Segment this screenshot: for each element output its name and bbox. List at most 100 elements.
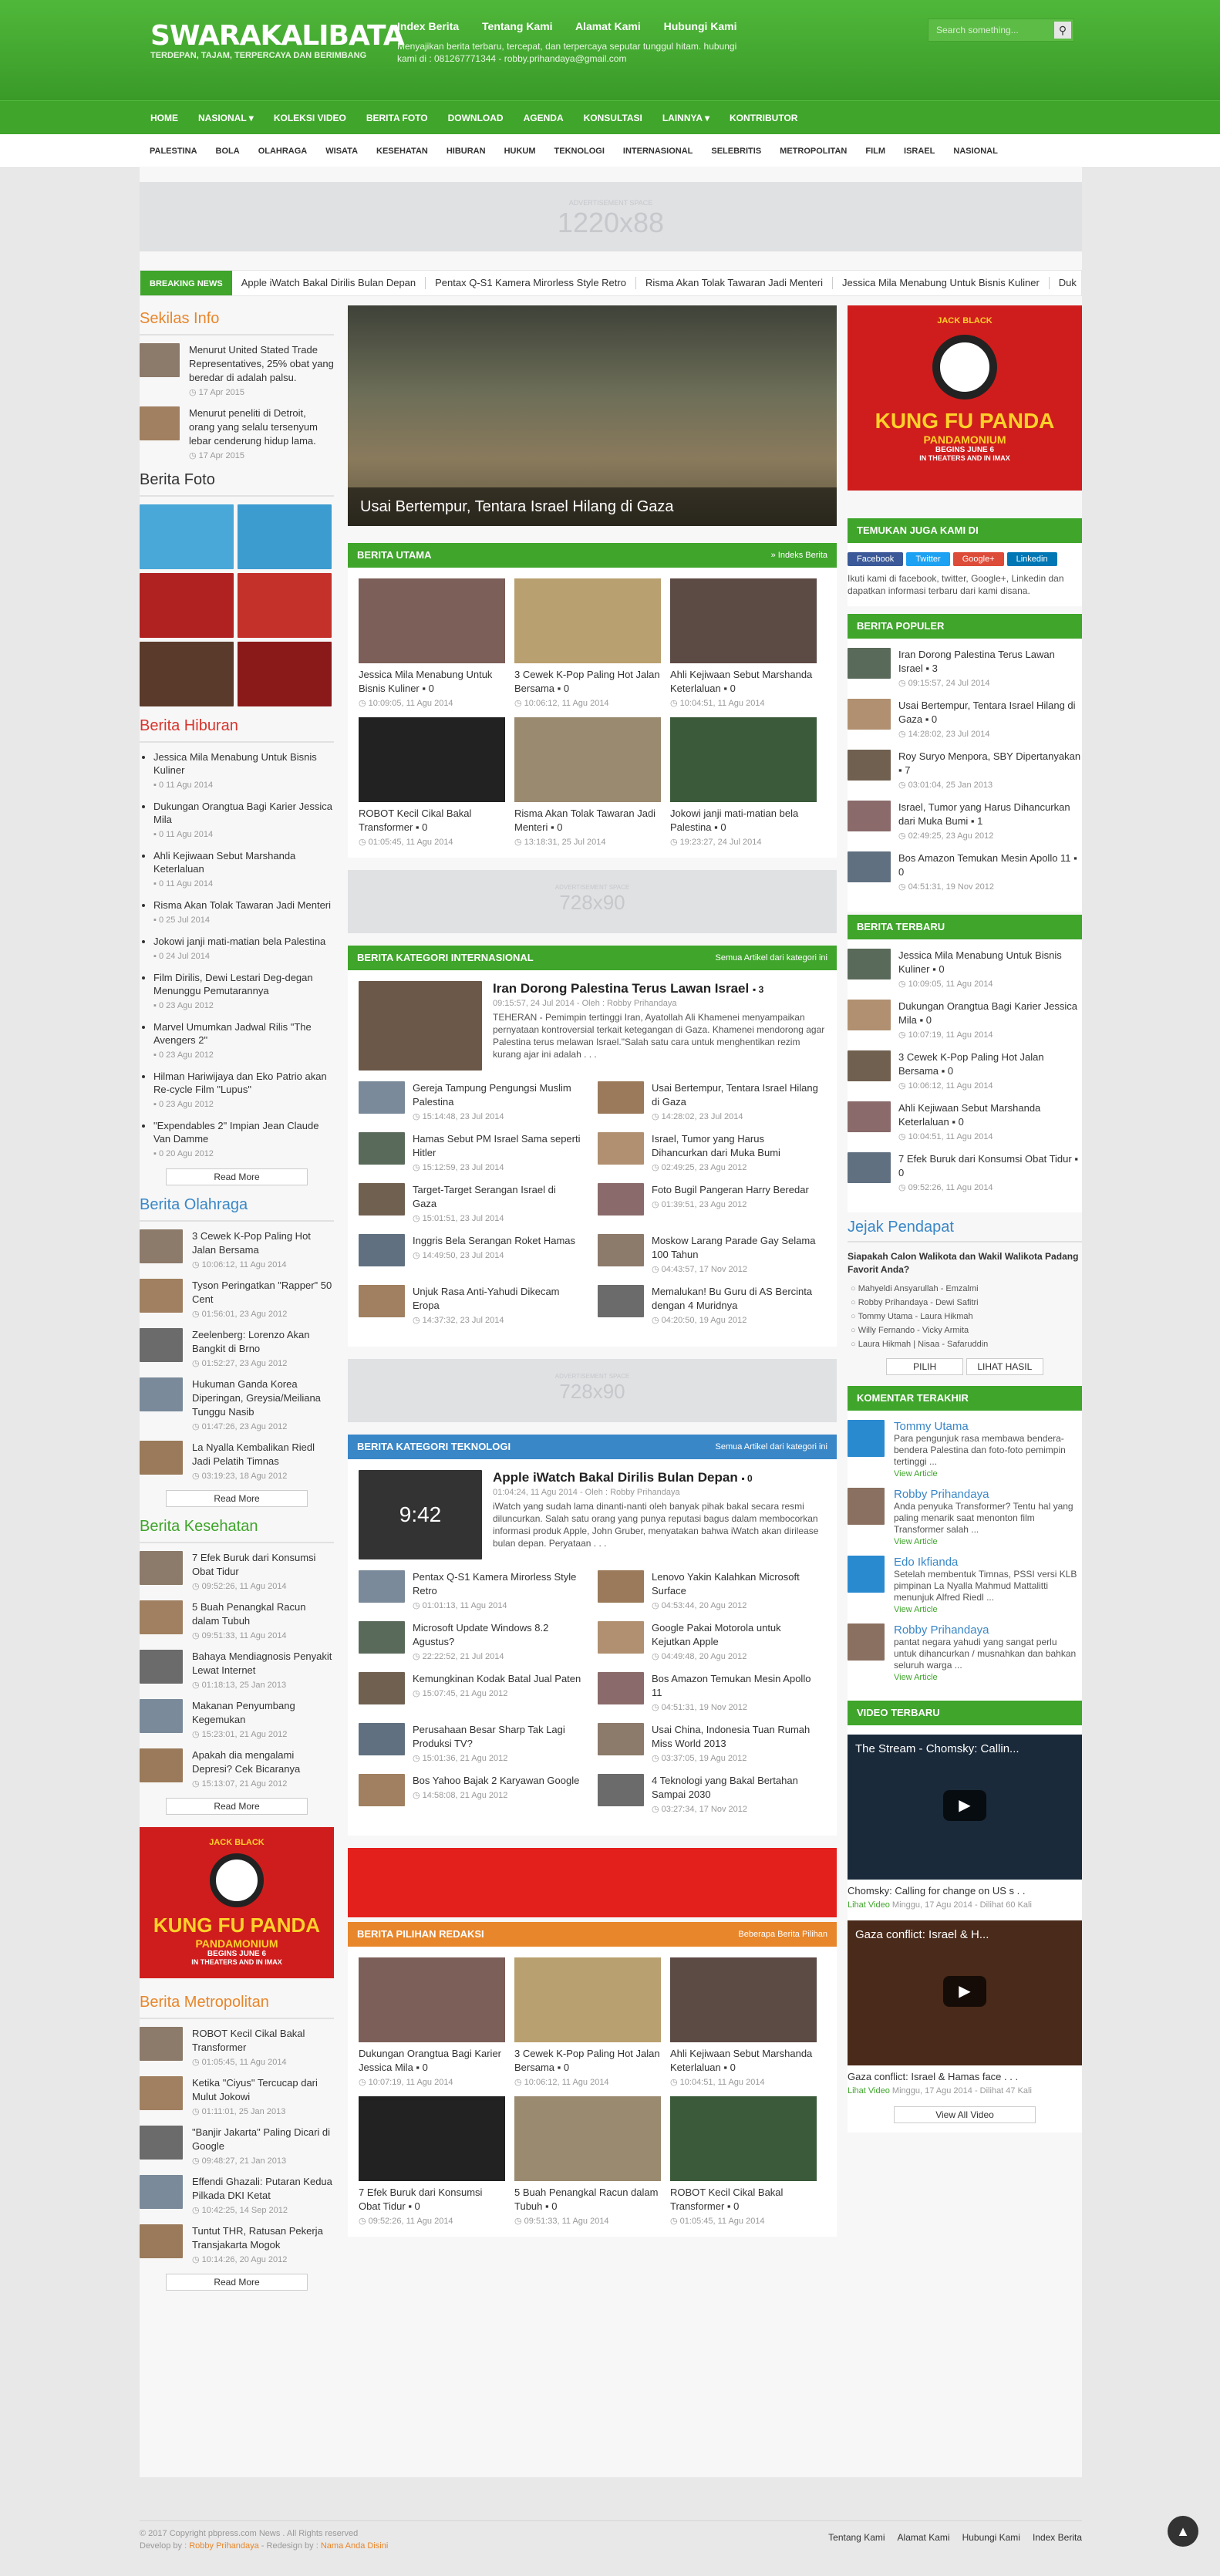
list-item[interactable]: Bos Yahoo Bajak 2 Karyawan Google ◷ 14:58… bbox=[359, 1774, 582, 1814]
nav-item[interactable]: NASIONAL ▾ bbox=[188, 101, 264, 135]
thumb-image[interactable] bbox=[359, 1672, 405, 1704]
vote-button[interactable]: PILIH bbox=[886, 1358, 964, 1375]
item-title[interactable]: "Banjir Jakarta" Paling Dicari di Google bbox=[192, 2126, 334, 2153]
item-title[interactable]: ROBOT Kecil Cikal Bakal Transformer bbox=[192, 2027, 334, 2055]
thumb-image[interactable] bbox=[598, 1234, 644, 1266]
list-item[interactable]: Pentax Q-S1 Kamera Mirorless Style Retro… bbox=[359, 1570, 582, 1610]
commenter-name[interactable]: Edo Ikfianda bbox=[894, 1556, 1082, 1569]
nav-category[interactable]: METROPOLITAN bbox=[770, 134, 856, 168]
commenter-name[interactable]: Robby Prihandaya bbox=[894, 1488, 1082, 1501]
list-item[interactable]: Jokowi janji mati-matian bela Palestina ▪… bbox=[153, 935, 334, 963]
footer-link[interactable]: Tentang Kami bbox=[828, 2532, 885, 2543]
card-title[interactable]: 7 Efek Buruk dari Konsumsi Obat Tidur ▪ … bbox=[359, 2186, 505, 2214]
read-more-button[interactable]: Read More bbox=[166, 1490, 308, 1507]
list-item[interactable]: Hamas Sebut PM Israel Sama seperti Hitle… bbox=[359, 1132, 582, 1172]
list-item[interactable]: Google Pakai Motorola untuk Kejutkan App… bbox=[598, 1621, 821, 1661]
card-image[interactable] bbox=[670, 578, 817, 663]
thumb-image[interactable] bbox=[848, 801, 891, 831]
list-item[interactable]: Film Dirilis, Dewi Lestari Deg-degan Men… bbox=[153, 971, 334, 1013]
thumb-image[interactable] bbox=[848, 699, 891, 730]
item-title[interactable]: Jessica Mila Menabung Untuk Bisnis Kulin… bbox=[153, 750, 334, 777]
item-title[interactable]: Marvel Umumkan Jadwal Rilis "The Avenger… bbox=[153, 1020, 334, 1047]
item-title[interactable]: Google Pakai Motorola untuk Kejutkan App… bbox=[652, 1621, 821, 1649]
item-title[interactable]: Dukungan Orangtua Bagi Karier Jessica Mi… bbox=[153, 800, 334, 826]
card-image[interactable] bbox=[514, 2096, 661, 2181]
breaking-item[interactable]: Pentax Q-S1 Kamera Mirorless Style Retro bbox=[426, 277, 636, 289]
item-title[interactable]: Ahli Kejiwaan Sebut Marshanda Keterlalua… bbox=[153, 849, 334, 875]
item-title[interactable]: Bos Amazon Temukan Mesin Apollo 11 ▪ 0 bbox=[898, 851, 1082, 879]
ad-banner-mid[interactable]: ADVERTISEMENT SPACE 728x90 bbox=[348, 870, 837, 933]
thumb-image[interactable] bbox=[598, 1774, 644, 1806]
item-title[interactable]: Kemungkinan Kodak Batal Jual Paten bbox=[413, 1672, 581, 1686]
ad-banner-mid[interactable]: ADVERTISEMENT SPACE 728x90 bbox=[348, 1359, 837, 1422]
list-item[interactable]: Microsoft Update Windows 8.2 Agustus? ◷ 2… bbox=[359, 1621, 582, 1661]
list-item[interactable]: Target-Target Serangan Israel di Gaza ◷ 1… bbox=[359, 1183, 582, 1223]
list-item[interactable]: Apakah dia mengalami Depresi? Cek Bicara… bbox=[140, 1748, 334, 1789]
list-item[interactable]: Effendi Ghazali: Putaran Kedua Pilkada D… bbox=[140, 2175, 334, 2215]
play-icon[interactable]: ▶ bbox=[943, 1790, 986, 1821]
slider-caption[interactable]: Usai Bertempur, Tentara Israel Hilang di… bbox=[348, 487, 837, 526]
thumb-image[interactable] bbox=[598, 1621, 644, 1654]
photo-thumb[interactable] bbox=[140, 642, 234, 706]
card-image[interactable] bbox=[359, 2096, 505, 2181]
thumb-image[interactable] bbox=[359, 1723, 405, 1755]
item-title[interactable]: 3 Cewek K-Pop Paling Hot Jalan Bersama ▪… bbox=[898, 1050, 1082, 1078]
avatar[interactable] bbox=[848, 1623, 885, 1661]
grid-card[interactable]: 3 Cewek K-Pop Paling Hot Jalan Bersama ▪… bbox=[514, 1957, 661, 2087]
item-title[interactable]: Usai Bertempur, Tentara Israel Hilang di… bbox=[898, 699, 1082, 727]
index-link[interactable]: » Indeks Berita bbox=[771, 543, 827, 568]
thumb-image[interactable] bbox=[598, 1183, 644, 1216]
card-title[interactable]: Ahli Kejiwaan Sebut Marshanda Keterlalua… bbox=[670, 2047, 817, 2075]
video-caption[interactable]: Gaza conflict: Israel & Hamas face . . . bbox=[848, 2070, 1082, 2084]
photo-thumb[interactable] bbox=[140, 573, 234, 638]
list-item[interactable]: Memalukan! Bu Guru di AS Bercinta dengan… bbox=[598, 1285, 821, 1325]
list-item[interactable]: Iran Dorong Palestina Terus Lawan Israel… bbox=[848, 648, 1082, 688]
grid-card[interactable]: Jessica Mila Menabung Untuk Bisnis Kulin… bbox=[359, 578, 505, 708]
nav-item[interactable]: KONSULTASI bbox=[574, 101, 652, 135]
commenter-name[interactable]: Robby Prihandaya bbox=[894, 1623, 1082, 1637]
thumb-image[interactable] bbox=[140, 1699, 183, 1733]
list-item[interactable]: 5 Buah Penangkal Racun dalam Tubuh ◷ 09:5… bbox=[140, 1600, 334, 1640]
item-title[interactable]: Tuntut THR, Ratusan Pekerja Transjakarta… bbox=[192, 2224, 334, 2252]
item-title[interactable]: Risma Akan Tolak Tawaran Jadi Menteri bbox=[153, 899, 334, 912]
list-item[interactable]: Usai Bertempur, Tentara Israel Hilang di… bbox=[598, 1081, 821, 1121]
item-title[interactable]: Iran Dorong Palestina Terus Lawan Israel… bbox=[898, 648, 1082, 676]
item-title[interactable]: La Nyalla Kembalikan Riedl Jadi Pelatih … bbox=[192, 1441, 334, 1468]
nav-category[interactable]: HIBURAN bbox=[437, 134, 495, 168]
list-item[interactable]: Tuntut THR, Ratusan Pekerja Transjakarta… bbox=[140, 2224, 334, 2264]
top-link[interactable]: Tentang Kami bbox=[482, 20, 553, 32]
card-title[interactable]: ROBOT Kecil Cikal Bakal Transformer ▪ 0 bbox=[359, 807, 505, 835]
avatar[interactable] bbox=[848, 1488, 885, 1525]
developer-link[interactable]: Robby Prihandaya bbox=[189, 2541, 259, 2551]
thumb-image[interactable] bbox=[598, 1132, 644, 1165]
nav-item[interactable]: AGENDA bbox=[514, 101, 574, 135]
photo-thumb[interactable] bbox=[238, 504, 332, 569]
item-title[interactable]: Zeelenberg: Lorenzo Akan Bangkit di Brno bbox=[192, 1328, 334, 1356]
card-title[interactable]: 5 Buah Penangkal Racun dalam Tubuh ▪ 0 bbox=[514, 2186, 661, 2214]
item-title[interactable]: Unjuk Rasa Anti-Yahudi Dikecam Eropa bbox=[413, 1285, 582, 1313]
item-title[interactable]: Inggris Bela Serangan Roket Hamas bbox=[413, 1234, 575, 1248]
title-text[interactable]: Jessica Mila Menabung Untuk Bisnis Kulin… bbox=[898, 949, 1062, 975]
grid-card[interactable]: Jokowi janji mati-matian bela Palestina … bbox=[670, 717, 817, 847]
list-item[interactable]: Unjuk Rasa Anti-Yahudi Dikecam Eropa ◷ 14… bbox=[359, 1285, 582, 1325]
view-article-link[interactable]: View Article bbox=[894, 1537, 1082, 1546]
card-title[interactable]: ROBOT Kecil Cikal Bakal Transformer ▪ 0 bbox=[670, 2186, 817, 2214]
thumb-image[interactable] bbox=[359, 1570, 405, 1603]
redesigner-link[interactable]: Nama Anda Disini bbox=[321, 2541, 388, 2551]
list-item[interactable]: Ahli Kejiwaan Sebut Marshanda Keterlalua… bbox=[848, 1101, 1082, 1141]
list-item[interactable]: Marvel Umumkan Jadwal Rilis "The Avenger… bbox=[153, 1020, 334, 1062]
top-link[interactable]: Index Berita bbox=[397, 20, 459, 32]
results-button[interactable]: LIHAT HASIL bbox=[966, 1358, 1043, 1375]
list-item[interactable]: Moskow Larang Parade Gay Selama 100 Tahu… bbox=[598, 1234, 821, 1274]
item-title[interactable]: Moskow Larang Parade Gay Selama 100 Tahu… bbox=[652, 1234, 821, 1262]
search-input[interactable]: Search something... ⚲ bbox=[928, 19, 1074, 42]
grid-card[interactable]: 3 Cewek K-Pop Paling Hot Jalan Bersama ▪… bbox=[514, 578, 661, 708]
title-text[interactable]: 7 Efek Buruk dari Konsumsi Obat Tidur bbox=[898, 1153, 1072, 1165]
card-image[interactable] bbox=[359, 1957, 505, 2042]
thumb-image[interactable] bbox=[140, 1279, 183, 1313]
list-item[interactable]: 3 Cewek K-Pop Paling Hot Jalan Bersama ◷ … bbox=[140, 1229, 334, 1269]
title-text[interactable]: Ahli Kejiwaan Sebut Marshanda Keterlalua… bbox=[670, 669, 812, 694]
thumb-image[interactable] bbox=[140, 2027, 183, 2061]
thumb-image[interactable] bbox=[848, 648, 891, 679]
nav-category[interactable]: ISRAEL bbox=[895, 134, 944, 168]
